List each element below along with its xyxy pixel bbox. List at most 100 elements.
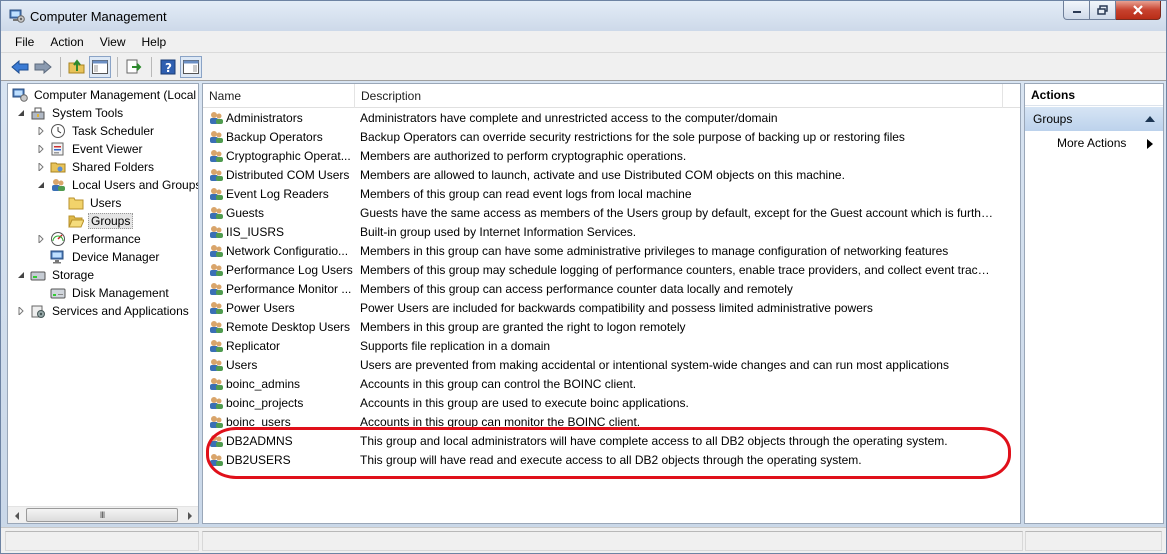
tree-item-groups[interactable]: Groups	[68, 212, 134, 230]
tree-item-disk-management[interactable]: Disk Management	[50, 284, 171, 302]
maximize-button[interactable]	[1090, 1, 1116, 20]
group-name: IIS_IUSRS	[226, 225, 285, 239]
tree-horizontal-scrollbar[interactable]: III	[8, 506, 198, 523]
table-row[interactable]: Guests Guests have the same access as mem…	[203, 204, 1020, 223]
show-hide-action-pane-icon	[183, 59, 199, 74]
group-description: Members are authorized to perform crypto…	[360, 149, 687, 163]
performance-icon	[50, 231, 66, 247]
tree-item-label: Local Users and Groups	[72, 178, 199, 192]
column-header-description[interactable]: Description	[355, 84, 1003, 108]
collapsed-arrow-icon[interactable]	[16, 306, 26, 316]
menu-action[interactable]: Action	[44, 35, 89, 49]
collapsed-arrow-icon[interactable]	[36, 126, 46, 136]
close-button[interactable]	[1116, 1, 1161, 20]
collapse-caret-icon[interactable]	[1145, 116, 1155, 122]
table-row[interactable]: Remote Desktop Users Members in this grou…	[203, 318, 1020, 337]
tree-item-performance[interactable]: Performance	[36, 230, 143, 248]
group-description: Users are prevented from making accident…	[360, 358, 949, 372]
help-icon: ?	[160, 59, 176, 75]
expanded-arrow-icon[interactable]	[16, 270, 26, 280]
back-button[interactable]	[9, 56, 31, 78]
status-segment	[5, 531, 199, 551]
tree-item-label: Task Scheduler	[72, 124, 155, 138]
tree-item-storage[interactable]: Storage	[16, 266, 96, 284]
actions-section-groups[interactable]: Groups	[1025, 107, 1163, 131]
table-row[interactable]: IIS_IUSRS Built-in group used by Internet…	[203, 223, 1020, 242]
tree-item-local-users-and-groups[interactable]: Local Users and Groups	[36, 176, 199, 194]
tree-item-event-viewer[interactable]: Event Viewer	[36, 140, 144, 158]
expanded-arrow-icon[interactable]	[16, 108, 26, 118]
list-header: Name Description	[203, 84, 1020, 108]
group-name: Distributed COM Users	[226, 168, 350, 182]
scroll-right-icon	[187, 511, 192, 520]
more-actions-label: More Actions	[1057, 136, 1127, 150]
table-row[interactable]: Users Users are prevented from making acc…	[203, 356, 1020, 375]
console-tree[interactable]: Computer Management (Local System Tools …	[7, 83, 199, 524]
group-icon	[210, 131, 223, 143]
show-hide-console-tree-button[interactable]	[89, 55, 111, 78]
table-row[interactable]: Performance Log Users Members of this gro…	[203, 261, 1020, 280]
forward-button[interactable]	[32, 56, 54, 78]
minimize-button[interactable]	[1063, 1, 1090, 20]
export-list-button[interactable]	[123, 56, 145, 78]
group-description: Built-in group used by Internet Informat…	[360, 225, 637, 239]
table-row[interactable]: Cryptographic Operat... Members are autho…	[203, 147, 1020, 166]
menu-file[interactable]: File	[9, 35, 40, 49]
group-icon	[210, 397, 223, 409]
up-one-level-button[interactable]	[66, 56, 88, 78]
scroll-thumb[interactable]: III	[26, 508, 178, 522]
table-row[interactable]: Network Configuratio... Members in this g…	[203, 242, 1020, 261]
group-description: Guests have the same access as members o…	[360, 206, 996, 220]
collapsed-arrow-icon[interactable]	[36, 162, 46, 172]
column-header-name[interactable]: Name	[203, 84, 355, 108]
group-name: Replicator	[226, 339, 281, 353]
menu-help[interactable]: Help	[136, 35, 173, 49]
table-row[interactable]: Performance Monitor ... Members of this g…	[203, 280, 1020, 299]
table-row[interactable]: Backup Operators Backup Operators can ove…	[203, 128, 1020, 147]
groups-list-view[interactable]: Name Description Administrators Administr…	[202, 83, 1021, 524]
group-icon	[210, 416, 223, 428]
table-row[interactable]: DB2ADMNS This group and local administrat…	[203, 432, 1020, 451]
title-bar[interactable]: Computer Management	[1, 1, 1166, 31]
collapsed-arrow-icon[interactable]	[36, 144, 46, 154]
table-row[interactable]: Replicator Supports file replication in a…	[203, 337, 1020, 356]
table-row[interactable]: Event Log Readers Members of this group c…	[203, 185, 1020, 204]
table-row[interactable]: boinc_users Accounts in this group can mo…	[203, 413, 1020, 432]
tree-item-users[interactable]: Users	[68, 194, 123, 212]
scroll-right-button[interactable]	[181, 507, 198, 523]
menu-view[interactable]: View	[94, 35, 132, 49]
computer-management-icon	[12, 87, 28, 103]
collapsed-arrow-icon[interactable]	[36, 234, 46, 244]
tree-item-shared-folders[interactable]: Shared Folders	[36, 158, 156, 176]
show-hide-console-tree-icon	[92, 59, 108, 74]
tree-item-label: Groups	[88, 213, 134, 229]
tree-item-computer-management[interactable]: Computer Management (Local	[12, 86, 198, 104]
group-icon	[210, 264, 223, 276]
help-button[interactable]: ?	[157, 56, 179, 78]
table-row[interactable]: Administrators Administrators have comple…	[203, 109, 1020, 128]
table-row[interactable]: DB2USERS This group will have read and ex…	[203, 451, 1020, 470]
export-list-icon	[126, 59, 142, 73]
restore-icon	[1096, 5, 1108, 15]
group-description: Members of this group can read event log…	[360, 187, 692, 201]
tree-item-task-scheduler[interactable]: Task Scheduler	[36, 122, 156, 140]
more-actions-item[interactable]: More Actions	[1025, 132, 1163, 154]
group-icon	[210, 112, 223, 124]
forward-arrow-icon	[34, 59, 52, 74]
table-row[interactable]: boinc_projects Accounts in this group are…	[203, 394, 1020, 413]
scroll-grip: III	[99, 510, 105, 520]
table-row[interactable]: Distributed COM Users Members are allowed…	[203, 166, 1020, 185]
tree-item-device-manager[interactable]: Device Manager	[50, 248, 161, 266]
expanded-arrow-icon[interactable]	[36, 180, 46, 190]
group-icon	[210, 169, 223, 181]
table-row[interactable]: Power Users Power Users are included for …	[203, 299, 1020, 318]
tree-item-services-and-applications[interactable]: Services and Applications	[16, 302, 191, 320]
group-description: Supports file replication in a domain	[360, 339, 551, 353]
group-description: Members of this group can access perform…	[360, 282, 793, 296]
group-icon	[210, 454, 223, 466]
scroll-left-button[interactable]	[8, 507, 25, 523]
show-hide-action-pane-button[interactable]	[180, 55, 202, 78]
tree-item-system-tools[interactable]: System Tools	[16, 104, 125, 122]
group-icon	[210, 207, 223, 219]
table-row[interactable]: boinc_admins Accounts in this group can c…	[203, 375, 1020, 394]
